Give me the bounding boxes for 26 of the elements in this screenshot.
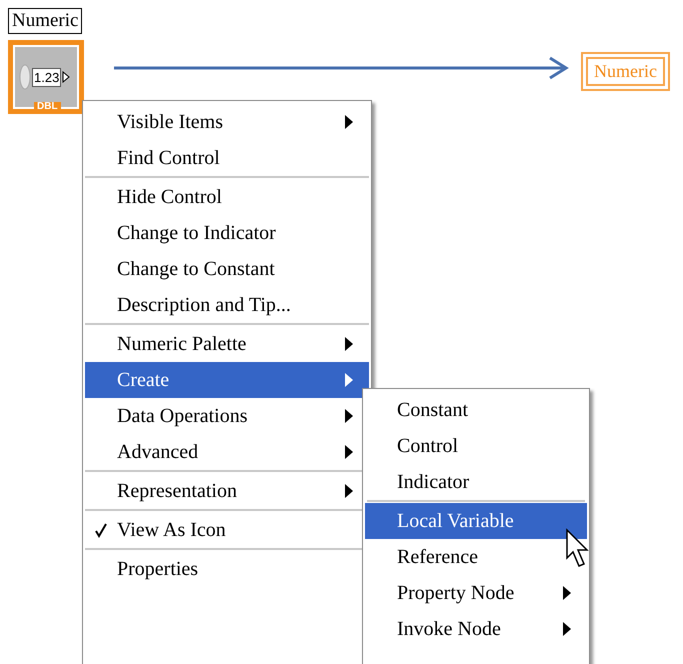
menu-item[interactable]: Invoke Node [365,611,587,647]
menu-item[interactable]: Local Variable [365,503,587,539]
checkmark-icon [94,522,108,538]
menu-item[interactable]: Visible Items [85,104,369,140]
menu-item[interactable]: Numeric Palette [85,326,369,362]
menu-item[interactable]: Representation [85,473,369,509]
menu-item[interactable]: Property Node [365,575,587,611]
submenu-arrow-icon [345,373,353,387]
control-label: Numeric [8,8,82,34]
submenu-arrow-icon [345,337,353,351]
spinner-icon [19,64,31,90]
menu-item[interactable]: Change to Constant [85,251,369,287]
submenu-arrow-icon [345,115,353,129]
menu-item[interactable]: View As Icon [85,512,369,548]
menu-item[interactable]: Description and Tip... [85,287,369,323]
numeric-control[interactable]: 1.23 DBL [8,40,84,114]
menu-item[interactable]: Create [85,362,369,398]
submenu-arrow-icon [345,484,353,498]
submenu-arrow-icon [345,445,353,459]
menu-item[interactable]: Find Control [85,140,369,176]
submenu-arrow-icon [563,622,571,636]
data-type-label: DBL [34,102,61,112]
submenu-arrow-icon [345,409,353,423]
submenu-arrow-icon [563,586,571,600]
menu-item[interactable]: Change to Indicator [85,215,369,251]
menu-item[interactable]: Hide Control [85,179,369,215]
